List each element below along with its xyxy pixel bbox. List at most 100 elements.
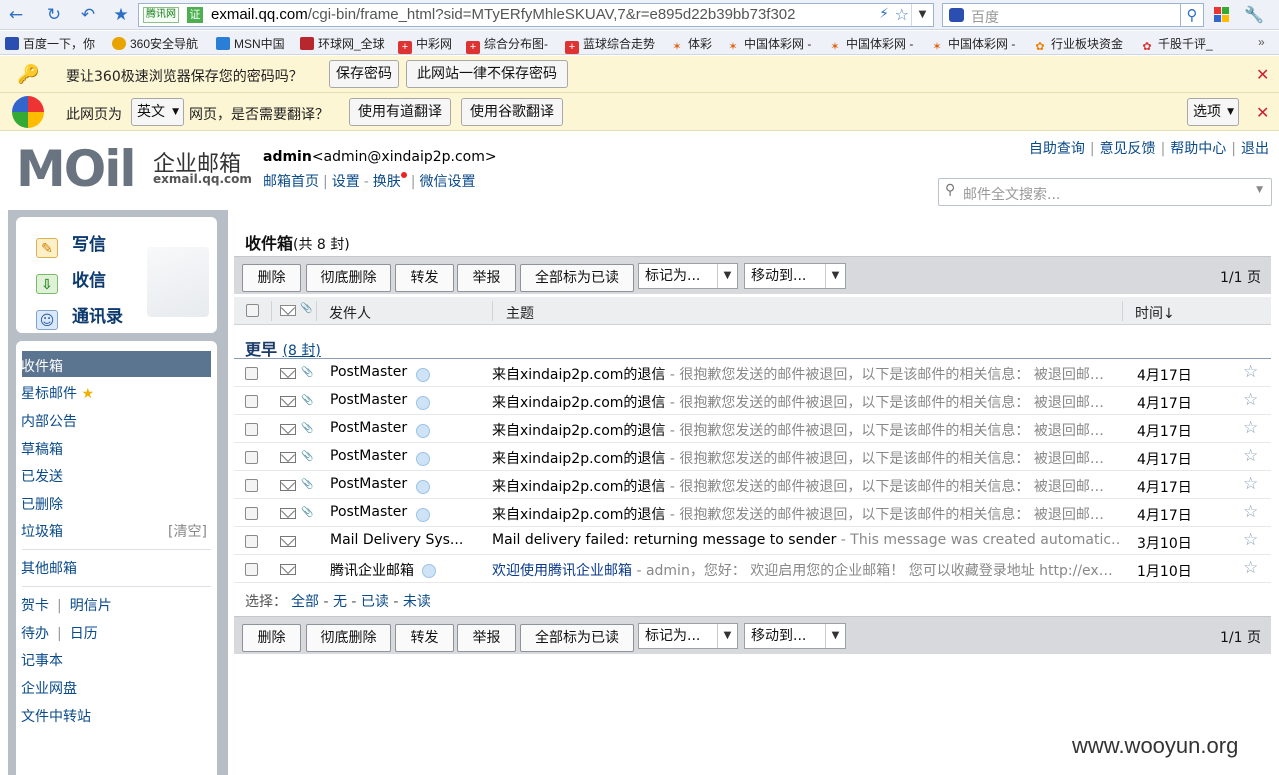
folder-sent[interactable]: 已发送 (21, 466, 63, 486)
lightning-icon[interactable]: ⚡ (879, 6, 889, 22)
bookmark-item[interactable]: 360安全导航 (112, 35, 198, 52)
bookmark-item[interactable]: ✶ 中国体彩网 - (726, 35, 811, 54)
link-disk[interactable]: 企业网盘 (21, 678, 77, 698)
undo-icon[interactable]: ↶ (77, 4, 99, 26)
email-row[interactable]: 腾讯企业邮箱 欢迎使用腾讯企业邮箱 - admin，您好： 欢迎启用您的企业邮箱… (234, 555, 1271, 583)
group-count-link[interactable]: (8 封) (283, 343, 321, 359)
url-dropdown-icon[interactable]: ▼ (911, 4, 933, 26)
select-all-checkbox[interactable] (246, 304, 259, 317)
bookmark-item[interactable]: ✿ 千股千评_ (1140, 35, 1212, 54)
row-checkbox[interactable] (245, 395, 258, 408)
mail-search-input[interactable]: ⚲ 邮件全文搜索... ▼ (938, 178, 1272, 206)
bookmark-more-icon[interactable]: » (1258, 35, 1265, 49)
permanent-delete-button[interactable]: 彻底删除 (306, 624, 391, 652)
star-icon[interactable]: ☆ (1243, 390, 1258, 410)
mark-all-read-button[interactable]: 全部标为已读 (520, 624, 634, 652)
permanent-delete-button[interactable]: 彻底删除 (306, 264, 391, 292)
forward-button[interactable]: 转发 (395, 264, 454, 292)
link-logout[interactable]: 退出 (1241, 141, 1269, 157)
folder-starred[interactable]: 星标邮件 ★ (21, 383, 94, 403)
move-to-select[interactable]: 移动到... ▼ (744, 623, 846, 649)
folder-deleted[interactable]: 已删除 (21, 494, 63, 514)
folder-notice[interactable]: 内部公告 (21, 411, 77, 431)
link-transfer[interactable]: 文件中转站 (21, 706, 91, 726)
bookmark-item[interactable]: MSN中国 (216, 35, 285, 52)
folder-drafts[interactable]: 草稿箱 (21, 439, 63, 459)
select-none-link[interactable]: 无 (333, 594, 347, 610)
email-row[interactable]: Mail Delivery Sys... Mail delivery faile… (234, 527, 1271, 555)
bookmark-item[interactable]: 环球网_全球 (300, 35, 385, 52)
bookmark-item[interactable]: ✿ 行业板块资金 (1033, 35, 1123, 54)
bookmark-item[interactable]: + 蓝球综合走势 (565, 35, 655, 54)
row-checkbox[interactable] (245, 479, 258, 492)
bookmark-star-icon[interactable]: ★ (110, 4, 132, 26)
folder-inbox[interactable]: 收件箱 (21, 356, 63, 376)
bookmark-item[interactable]: ✶ 体彩 (670, 35, 712, 54)
mark-all-read-button[interactable]: 全部标为已读 (520, 264, 634, 292)
bookmark-item[interactable]: + 综合分布图- (466, 35, 548, 54)
report-button[interactable]: 举报 (457, 624, 516, 652)
logo[interactable]: MOil (16, 144, 137, 194)
language-select[interactable]: 英文 ▼ (131, 98, 184, 126)
link-skin[interactable]: 换肤 (373, 174, 401, 190)
browser-search-input[interactable]: 百度 (942, 3, 1204, 27)
star-icon[interactable]: ☆ (1243, 362, 1258, 382)
select-unread-link[interactable]: 未读 (403, 594, 431, 610)
close-icon[interactable]: ✕ (1256, 103, 1269, 122)
link-postcard[interactable]: 明信片 (70, 598, 112, 614)
email-row[interactable]: 📎 PostMaster 来自xindaip2p.com的退信 - 很抱歉您发送… (234, 359, 1271, 387)
bookmark-item[interactable]: ✶ 中国体彩网 - (828, 35, 913, 54)
link-self-service[interactable]: 自助查询 (1029, 141, 1085, 157)
bookmark-item[interactable]: ✶ 中国体彩网 - (930, 35, 1015, 54)
row-checkbox[interactable] (245, 451, 258, 464)
mark-as-select[interactable]: 标记为... ▼ (638, 263, 738, 289)
star-icon[interactable]: ☆ (1243, 530, 1258, 550)
delete-button[interactable]: 删除 (242, 264, 301, 292)
options-button[interactable]: 选项 ▼ (1187, 98, 1239, 126)
link-todo[interactable]: 待办 (21, 626, 49, 642)
youdao-translate-button[interactable]: 使用有道翻译 (349, 98, 451, 126)
link-card[interactable]: 贺卡 (21, 598, 49, 614)
clear-spam-link[interactable]: [清空] (168, 521, 207, 541)
column-sender[interactable]: 发件人 (329, 303, 371, 323)
star-icon[interactable]: ☆ (1243, 418, 1258, 438)
tools-wrench-icon[interactable]: 🔧 (1244, 5, 1264, 24)
receive-button[interactable]: ⇩ 收信 (36, 266, 106, 294)
link-notes[interactable]: 记事本 (21, 650, 63, 670)
link-mail-home[interactable]: 邮箱首页 (263, 174, 319, 190)
link-calendar[interactable]: 日历 (70, 626, 98, 642)
back-icon[interactable]: ← (5, 4, 27, 26)
forward-button[interactable]: 转发 (395, 624, 454, 652)
select-read-link[interactable]: 已读 (361, 594, 389, 610)
delete-button[interactable]: 删除 (242, 624, 301, 652)
apps-icon[interactable] (1214, 7, 1230, 23)
column-subject[interactable]: 主题 (506, 303, 534, 323)
contacts-button[interactable]: ☺ 通讯录 (36, 302, 123, 330)
favorite-icon[interactable]: ☆ (895, 5, 909, 24)
star-icon[interactable]: ☆ (1243, 474, 1258, 494)
email-row[interactable]: 📎 PostMaster 来自xindaip2p.com的退信 - 很抱歉您发送… (234, 499, 1271, 527)
search-icon[interactable]: ⚲ (1180, 3, 1204, 27)
chevron-down-icon[interactable]: ▼ (1256, 185, 1263, 195)
mark-as-select[interactable]: 标记为... ▼ (638, 623, 738, 649)
google-translate-button[interactable]: 使用谷歌翻译 (461, 98, 563, 126)
report-button[interactable]: 举报 (457, 264, 516, 292)
email-row[interactable]: 📎 PostMaster 来自xindaip2p.com的退信 - 很抱歉您发送… (234, 415, 1271, 443)
select-all-link[interactable]: 全部 (291, 594, 319, 610)
bookmark-item[interactable]: + 中彩网 (398, 35, 452, 54)
folder-spam[interactable]: 垃圾箱 (21, 521, 63, 541)
row-checkbox[interactable] (245, 367, 258, 380)
row-checkbox[interactable] (245, 535, 258, 548)
star-icon[interactable]: ☆ (1243, 502, 1258, 522)
star-icon[interactable]: ☆ (1243, 446, 1258, 466)
row-checkbox[interactable] (245, 507, 258, 520)
link-feedback[interactable]: 意见反馈 (1100, 141, 1156, 157)
folder-other[interactable]: 其他邮箱 (21, 558, 77, 578)
column-time[interactable]: 时间↓ (1135, 303, 1175, 323)
refresh-icon[interactable]: ↻ (43, 4, 65, 26)
email-row[interactable]: 📎 PostMaster 来自xindaip2p.com的退信 - 很抱歉您发送… (234, 471, 1271, 499)
close-icon[interactable]: ✕ (1256, 65, 1269, 84)
row-checkbox[interactable] (245, 563, 258, 576)
address-bar[interactable]: 腾讯网 证 exmail.qq.com/cgi-bin/frame_html?s… (138, 3, 934, 27)
link-help[interactable]: 帮助中心 (1170, 141, 1226, 157)
